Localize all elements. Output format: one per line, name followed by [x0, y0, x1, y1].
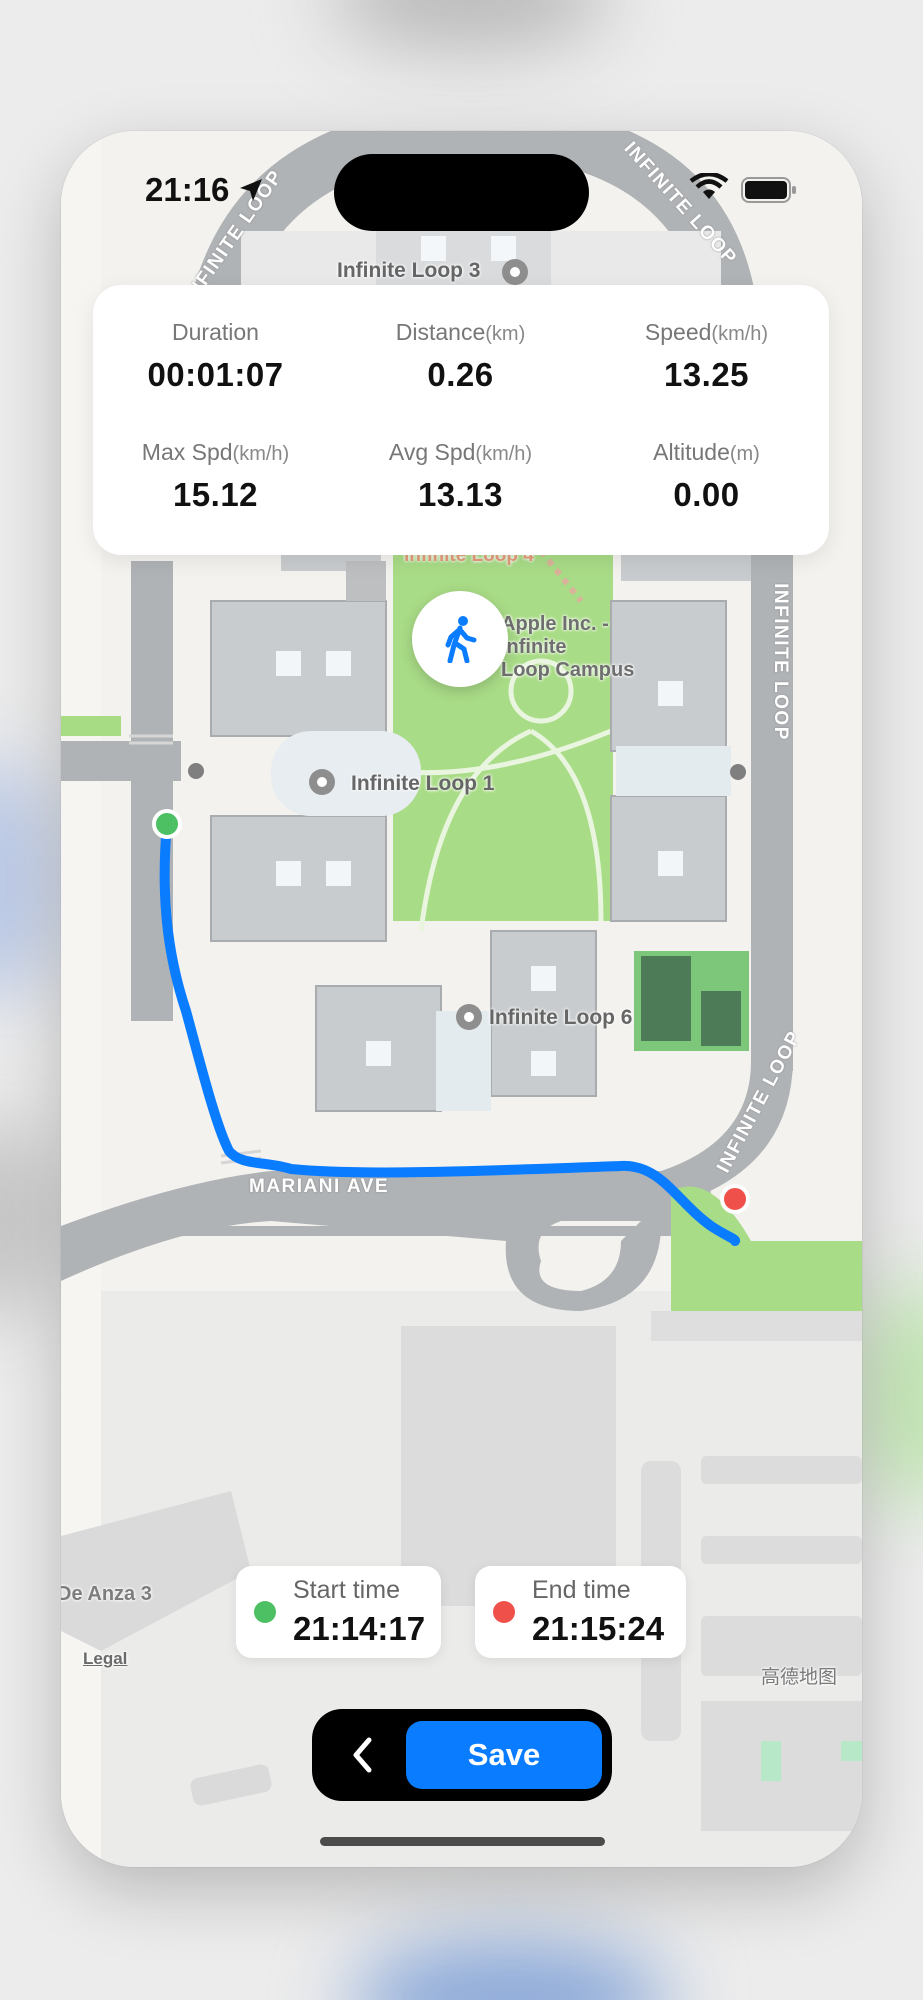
- activity-mode-button[interactable]: [412, 591, 508, 687]
- stat-label-text: Distance: [395, 319, 486, 345]
- stat-label: Duration: [93, 319, 338, 346]
- poi-label-line: Apple Inc. -: [501, 613, 609, 635]
- start-time-chip: Start time 21:14:17: [236, 1566, 441, 1658]
- chevron-left-icon: [353, 1737, 372, 1773]
- street-label: MARIANI AVE: [249, 1176, 389, 1197]
- start-marker: [152, 809, 182, 839]
- walking-person-icon: [445, 616, 477, 663]
- poi-label[interactable]: Apple Inc. - Infinite Loop Campus: [501, 613, 634, 682]
- phone-screen: Infinite Loop 3 Infinite Loop 1 Infinite…: [61, 131, 862, 1867]
- stat-value: 0.26: [427, 356, 494, 393]
- stat-label: Max Spd(km/h): [93, 439, 338, 466]
- stat-value: 15.12: [172, 476, 259, 513]
- stat-label: Distance(km): [338, 319, 583, 346]
- end-time-label: End time: [532, 1576, 631, 1604]
- end-time-chip: End time 21:15:24: [475, 1566, 686, 1658]
- stat-label: Avg Spd(km/h): [338, 439, 583, 466]
- poi-label-line: Infinite: [501, 636, 567, 658]
- poi-label: De Anza 3: [61, 1583, 152, 1605]
- poi-label[interactable]: Infinite Loop 1: [351, 772, 494, 796]
- stat-duration: Duration 00:01:07: [93, 319, 338, 394]
- end-time-value: 21:15:24: [532, 1610, 665, 1647]
- start-time-label: Start time: [293, 1576, 400, 1604]
- start-time-value: 21:14:17: [293, 1610, 426, 1647]
- stat-unit: (km/h): [232, 443, 290, 465]
- stat-label: Altitude(m): [584, 439, 829, 466]
- stat-label-text: Avg Spd: [388, 439, 476, 465]
- dynamic-island: [334, 154, 589, 231]
- action-bar: Save: [312, 1709, 612, 1801]
- stat-label-text: Max Spd: [141, 439, 233, 465]
- stat-altitude: Altitude(m) 0.00: [584, 439, 829, 514]
- end-dot: [493, 1601, 515, 1623]
- stat-value: 00:01:07: [147, 356, 284, 393]
- legal-link[interactable]: Legal: [83, 1649, 127, 1669]
- start-dot: [254, 1601, 276, 1623]
- location-arrow-icon: [240, 179, 262, 201]
- poi-label[interactable]: Infinite Loop 6: [489, 1006, 632, 1030]
- poi-label: Infinite Loop 3: [337, 259, 481, 282]
- stat-value: 0.00: [673, 476, 740, 513]
- stat-label-text: Altitude: [653, 439, 730, 465]
- stat-value: 13.13: [417, 476, 504, 513]
- stat-unit: (km/h): [711, 323, 769, 345]
- background-blob: [330, 0, 610, 50]
- background-blob: [0, 1120, 60, 1320]
- background-blob: [350, 1940, 670, 2000]
- save-button[interactable]: Save: [406, 1721, 602, 1789]
- stats-card: Duration 00:01:07 Distance(km) 0.26 Spee…: [93, 285, 829, 555]
- battery-icon: [741, 177, 796, 203]
- stat-label-text: Speed: [644, 319, 712, 345]
- stat-label-text: Duration: [172, 319, 259, 345]
- stat-distance: Distance(km) 0.26: [338, 319, 583, 394]
- stat-label: Speed(km/h): [584, 319, 829, 346]
- background-blob: [0, 760, 60, 1000]
- poi-label-line: Loop Campus: [501, 659, 635, 681]
- street-label: INFINITE LOOP: [769, 583, 791, 741]
- stat-value: 13.25: [663, 356, 750, 393]
- home-indicator[interactable]: [320, 1837, 605, 1846]
- stat-max-speed: Max Spd(km/h) 15.12: [93, 439, 338, 514]
- stat-unit: (m): [729, 443, 760, 465]
- end-marker: [720, 1184, 750, 1214]
- map-provider-logo: 高德地图: [761, 1667, 838, 1688]
- background-blob: [860, 1280, 923, 1510]
- wifi-icon: [689, 173, 729, 199]
- back-button[interactable]: [330, 1723, 394, 1787]
- status-time: 21:16: [145, 171, 230, 208]
- stat-unit: (km): [485, 323, 526, 345]
- stat-speed: Speed(km/h) 13.25: [584, 319, 829, 394]
- stat-unit: (km/h): [475, 443, 533, 465]
- stat-avg-speed: Avg Spd(km/h) 13.13: [338, 439, 583, 514]
